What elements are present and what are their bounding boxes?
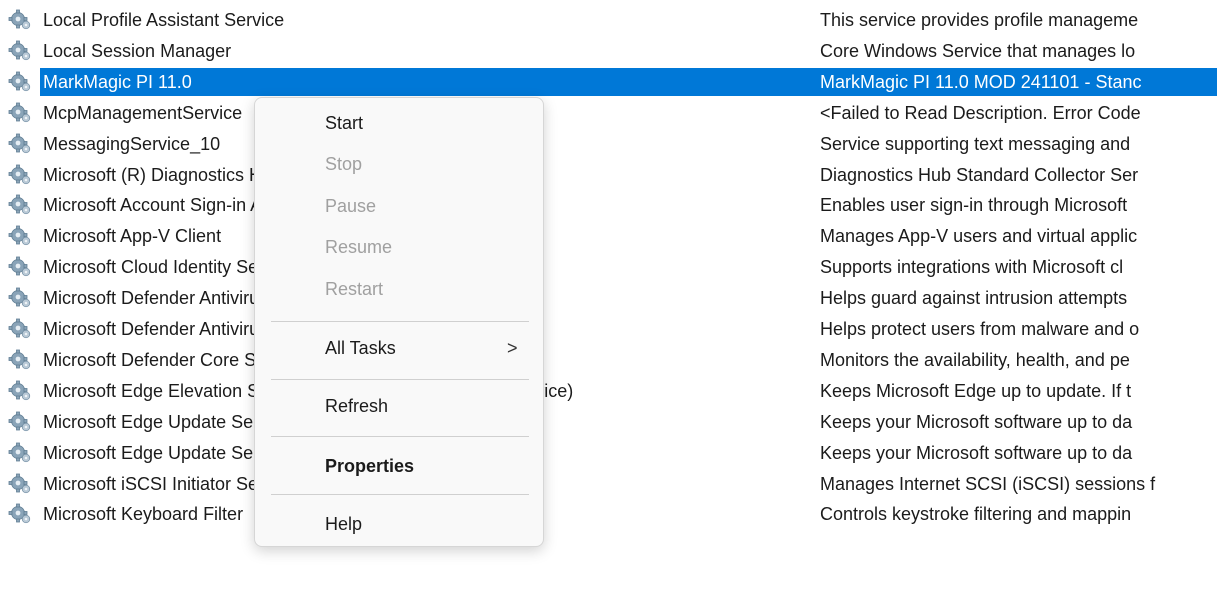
service-description: Helps guard against intrusion attempts: [820, 288, 1128, 309]
gear-icon: [8, 71, 32, 93]
gear-icon: [8, 349, 32, 371]
service-description: This service provides profile manageme: [820, 10, 1139, 30]
gear-icon: [8, 411, 32, 433]
table-row[interactable]: Local Session Manager Core Windows Servic…: [0, 37, 1217, 65]
service-description: Core Windows Service that manages lo: [820, 40, 1136, 61]
table-row[interactable]: Microsoft Keyboard Filter Controls keystr…: [0, 500, 1217, 528]
service-description: Controls keystroke filtering and mappin: [820, 504, 1132, 525]
service-name: Local Session Manager: [43, 40, 232, 61]
service-description: Manages Internet SCSI (iSCSI) sessions f: [820, 473, 1156, 494]
gear-icon: [8, 318, 32, 340]
service-description: Keeps your Microsoft software up to da: [820, 411, 1133, 432]
menu-item-restart-label: Restart: [325, 279, 384, 299]
menu-separator: [271, 321, 529, 322]
chevron-right-icon: >: [507, 338, 518, 358]
table-row[interactable]: Microsoft Edge Update Service (edgeupdat…: [0, 439, 1217, 467]
table-row[interactable]: Microsoft Edge Update Service (edgeupdat…: [0, 408, 1217, 436]
table-row[interactable]: Microsoft Account Sign-in Assistant Enabl…: [0, 191, 1217, 219]
table-row[interactable]: Local Profile Assistant Service This serv…: [0, 6, 1217, 34]
menu-item-properties[interactable]: Properties: [255, 447, 545, 485]
menu-separator: [271, 494, 529, 495]
service-description: Supports integrations with Microsoft cl: [820, 257, 1124, 278]
menu-item-all-tasks[interactable]: All Tasks >: [255, 329, 545, 367]
table-row[interactable]: Microsoft App-V Client Manages App-V user…: [0, 222, 1217, 250]
menu-item-refresh[interactable]: Refresh: [255, 387, 545, 425]
menu-item-pause-label: Pause: [325, 196, 377, 216]
gear-icon: [8, 256, 32, 278]
table-row[interactable]: Microsoft Defender Antivirus Service Help…: [0, 315, 1217, 343]
table-row[interactable]: Microsoft Defender Antivirus Network Ins…: [0, 284, 1217, 312]
gear-icon: [8, 225, 32, 247]
menu-separator: [271, 436, 529, 437]
menu-item-pause: Pause: [255, 187, 545, 225]
gear-icon: [8, 287, 32, 309]
menu-item-restart: Restart: [255, 270, 545, 308]
menu-item-properties-label: Properties: [325, 456, 415, 476]
gear-icon: [8, 442, 32, 464]
service-description: Manages App-V users and virtual applic: [820, 226, 1138, 247]
table-row[interactable]: Microsoft Defender Core Service Monitors …: [0, 346, 1217, 374]
menu-item-all-tasks-label: All Tasks: [325, 338, 396, 358]
table-row[interactable]: MessagingService_10 Service supporting te…: [0, 130, 1217, 158]
menu-item-stop-label: Stop: [325, 154, 363, 174]
context-menu: Start Stop Pause Resume Restart All Task…: [254, 97, 544, 547]
service-name: Microsoft Keyboard Filter: [43, 504, 244, 525]
service-description: Keeps your Microsoft software up to da: [820, 442, 1133, 463]
gear-icon: [8, 503, 32, 525]
table-row[interactable]: Microsoft Edge Elevation Service (Micros…: [0, 377, 1217, 405]
service-description: MarkMagic PI 11.0 MOD 241101 - Stanc: [820, 71, 1142, 92]
table-row[interactable]: Microsoft Cloud Identity Service Supports…: [0, 253, 1217, 281]
menu-item-resume: Resume: [255, 228, 545, 266]
service-name: Local Profile Assistant Service: [43, 10, 285, 30]
menu-item-help[interactable]: Help: [255, 505, 545, 543]
service-description: Helps protect users from malware and o: [820, 319, 1140, 339]
services-list: Local Profile Assistant Service This serv…: [0, 0, 1217, 600]
service-description: <Failed to Read Description. Error Code: [820, 102, 1141, 123]
menu-item-start[interactable]: Start: [255, 104, 545, 142]
gear-icon: [8, 473, 32, 495]
gear-icon: [8, 164, 32, 186]
service-name: Microsoft App-V Client: [43, 226, 222, 247]
menu-item-refresh-label: Refresh: [325, 396, 389, 416]
service-description: Enables user sign-in through Microsoft: [820, 195, 1128, 216]
table-row[interactable]: Microsoft iSCSI Initiator Service Manages…: [0, 470, 1217, 498]
menu-separator: [271, 379, 529, 380]
gear-icon: [8, 133, 32, 155]
service-description: Service supporting text messaging and: [820, 133, 1131, 154]
menu-item-resume-label: Resume: [325, 237, 393, 257]
menu-item-start-label: Start: [325, 113, 364, 133]
service-name: McpManagementService: [43, 102, 243, 123]
service-description: Diagnostics Hub Standard Collector Ser: [820, 164, 1139, 185]
gear-icon: [8, 102, 32, 124]
gear-icon: [8, 9, 32, 31]
gear-icon: [8, 40, 32, 62]
service-description: Monitors the availability, health, and p…: [820, 349, 1130, 370]
table-row[interactable]: Microsoft (R) Diagnostics Hub Standard C…: [0, 161, 1217, 189]
table-row[interactable]: McpManagementService <Failed to Read Desc…: [0, 99, 1217, 127]
gear-icon: [8, 380, 32, 402]
service-description: Keeps Microsoft Edge up to update. If t: [820, 380, 1132, 401]
menu-item-stop: Stop: [255, 145, 545, 183]
menu-item-help-label: Help: [325, 514, 363, 534]
gear-icon: [8, 194, 32, 216]
table-row[interactable]: MarkMagic PI 11.0 MarkMagic PI 11.0 MOD 2…: [0, 67, 1217, 96]
service-name: MarkMagic PI 11.0: [43, 71, 192, 92]
service-name: MessagingService_10: [43, 133, 221, 154]
